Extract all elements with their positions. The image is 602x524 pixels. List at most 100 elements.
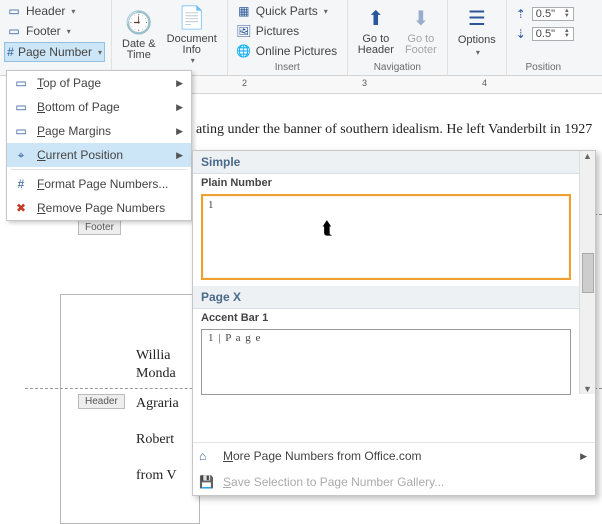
remove-icon: ✖	[13, 201, 29, 215]
page-top-icon: ▭	[13, 76, 29, 90]
margin-top-icon: ⇡	[513, 6, 529, 22]
position-bottom-row: ⇣ 0.5" ▲▼	[513, 26, 574, 42]
scroll-up-icon[interactable]: ▲	[583, 151, 592, 161]
chevron-down-icon: ▾	[71, 7, 75, 16]
spinner-icon[interactable]: ▲▼	[564, 9, 570, 19]
footer-from-bottom-input[interactable]: 0.5" ▲▼	[532, 27, 574, 41]
chevron-down-icon: ▾	[67, 27, 71, 36]
options-icon: ☰	[461, 4, 493, 32]
document-info-icon: 📄	[176, 4, 208, 32]
gallery-item-accent-bar-1[interactable]: 1 | P a g e	[201, 329, 571, 395]
submenu-arrow-icon: ▶	[176, 126, 183, 137]
gallery-item-plain-number[interactable]: 1	[201, 194, 571, 280]
scroll-down-icon[interactable]: ▼	[583, 384, 592, 394]
menu-top-of-page[interactable]: ▭ Top of Page ▶	[7, 71, 191, 95]
header-from-top-value: 0.5"	[536, 8, 555, 20]
footer-tag: Footer	[78, 220, 121, 235]
quick-parts-button[interactable]: ▦ Quick Parts ▾	[234, 2, 341, 20]
pictures-button[interactable]: 🖼 Pictures	[234, 22, 341, 40]
goto-header-button[interactable]: ⬆ Go to Header	[354, 2, 398, 58]
spinner-icon[interactable]: ▲▼	[564, 29, 570, 39]
header-label: Header	[26, 4, 65, 18]
page-outline	[60, 294, 200, 524]
date-time-label: Date & Time	[122, 39, 156, 61]
gallery-scrollbar[interactable]: ▲ ▼	[579, 151, 595, 394]
online-pictures-label: Online Pictures	[256, 44, 337, 58]
page-number-dropdown[interactable]: # Page Number ▾	[4, 42, 105, 62]
gallery-category-simple: Simple	[193, 151, 579, 174]
office-icon: ⌂	[199, 449, 215, 463]
header-dropdown[interactable]: ▭ Header ▾	[4, 2, 105, 20]
document-info-button[interactable]: 📄 Document Info ▾	[163, 2, 221, 67]
horizontal-ruler[interactable]: 2 3 4	[182, 76, 602, 94]
group-position: ⇡ 0.5" ▲▼ ⇣ 0.5" ▲▼ Position	[507, 0, 580, 75]
menu-label: Page Margins	[37, 124, 111, 138]
menu-label: Remove Page Numbers	[37, 201, 165, 215]
more-page-numbers[interactable]: ⌂ More Page Numbers from Office.com ▶	[193, 443, 595, 469]
online-pictures-button[interactable]: 🌐 Online Pictures	[234, 42, 341, 60]
chevron-down-icon: ▾	[476, 48, 480, 57]
chevron-down-icon: ▾	[324, 7, 328, 16]
doc-text: Robert	[136, 432, 174, 448]
ruler-mark: 4	[482, 78, 487, 88]
current-position-icon: ⌖	[13, 148, 29, 163]
page-number-gallery: Simple Plain Number 1 Page X Accent Bar …	[192, 150, 596, 496]
options-button[interactable]: ☰ Options ▾	[454, 2, 500, 59]
options-label: Options	[458, 34, 496, 46]
group-options: ☰ Options ▾	[448, 0, 507, 75]
group-header-footer: ▭ Header ▾ ▭ Footer ▾ # Page Number ▾	[0, 0, 112, 75]
menu-current-position[interactable]: ⌖ Current Position ▶	[7, 143, 191, 167]
ribbon: ▭ Header ▾ ▭ Footer ▾ # Page Number ▾ 🕘 …	[0, 0, 602, 76]
page-number-icon: #	[7, 44, 14, 60]
document-info-label: Document Info	[167, 34, 217, 56]
doc-text: from V	[136, 468, 177, 484]
group-navigation: ⬆ Go to Header ⬇ Go to Footer Navigation	[348, 0, 448, 75]
header-icon: ▭	[6, 3, 22, 19]
chevron-down-icon: ▾	[191, 56, 195, 65]
quick-parts-icon: ▦	[236, 3, 252, 19]
doc-text: Monda	[136, 366, 176, 382]
menu-page-margins[interactable]: ▭ Page Margins ▶	[7, 119, 191, 143]
gallery-item-label: Plain Number	[193, 174, 579, 192]
menu-label: Save Selection to Page Number Gallery...	[223, 475, 444, 489]
goto-header-label: Go to Header	[358, 34, 394, 56]
goto-footer-icon: ⬇	[405, 4, 437, 32]
quick-parts-label: Quick Parts	[256, 4, 318, 18]
gallery-footer: ⌂ More Page Numbers from Office.com ▶ 💾 …	[193, 442, 595, 495]
menu-remove-page-numbers[interactable]: ✖ Remove Page Numbers	[7, 196, 191, 220]
page-number-label: Page Number	[18, 45, 92, 59]
date-time-button[interactable]: 🕘 Date & Time	[118, 7, 160, 63]
footer-from-bottom-value: 0.5"	[536, 28, 555, 40]
footer-dropdown[interactable]: ▭ Footer ▾	[4, 22, 105, 40]
menu-bottom-of-page[interactable]: ▭ Bottom of Page ▶	[7, 95, 191, 119]
preview-text: 1	[208, 199, 214, 211]
submenu-arrow-icon: ▶	[176, 102, 183, 113]
gallery-item-label: Accent Bar 1	[193, 309, 579, 327]
menu-label: Current Position	[37, 148, 123, 162]
page-bottom-icon: ▭	[13, 100, 29, 114]
group-label-navigation: Navigation	[354, 62, 441, 75]
format-icon: #	[13, 177, 29, 191]
page-number-menu: ▭ Top of Page ▶ ▭ Bottom of Page ▶ ▭ Pag…	[6, 70, 192, 221]
menu-separator	[11, 169, 187, 170]
header-from-top-input[interactable]: 0.5" ▲▼	[532, 7, 574, 21]
header-tag: Header	[78, 394, 125, 409]
save-selection-to-gallery: 💾 Save Selection to Page Number Gallery.…	[193, 469, 595, 495]
submenu-arrow-icon: ▶	[176, 78, 183, 89]
margin-bottom-icon: ⇣	[513, 26, 529, 42]
footer-icon: ▭	[6, 23, 22, 39]
menu-label: More Page Numbers from Office.com	[223, 449, 422, 463]
goto-header-icon: ⬆	[360, 4, 392, 32]
scroll-thumb[interactable]	[582, 253, 594, 293]
menu-label: Format Page Numbers...	[37, 177, 168, 191]
submenu-arrow-icon: ▶	[580, 451, 587, 462]
preview-text: 1 | P a g e	[208, 332, 261, 344]
group-label	[454, 62, 500, 75]
goto-footer-label: Go to Footer	[405, 34, 437, 56]
menu-format-page-numbers[interactable]: # Format Page Numbers...	[7, 172, 191, 196]
gallery-category-pagex: Page X	[193, 286, 579, 309]
group-insert: ▦ Quick Parts ▾ 🖼 Pictures 🌐 Online Pict…	[228, 0, 348, 75]
group-datetime-docinfo: 🕘 Date & Time 📄 Document Info ▾	[112, 0, 228, 75]
menu-label: Top of Page	[37, 76, 101, 90]
submenu-arrow-icon: ▶	[176, 150, 183, 161]
